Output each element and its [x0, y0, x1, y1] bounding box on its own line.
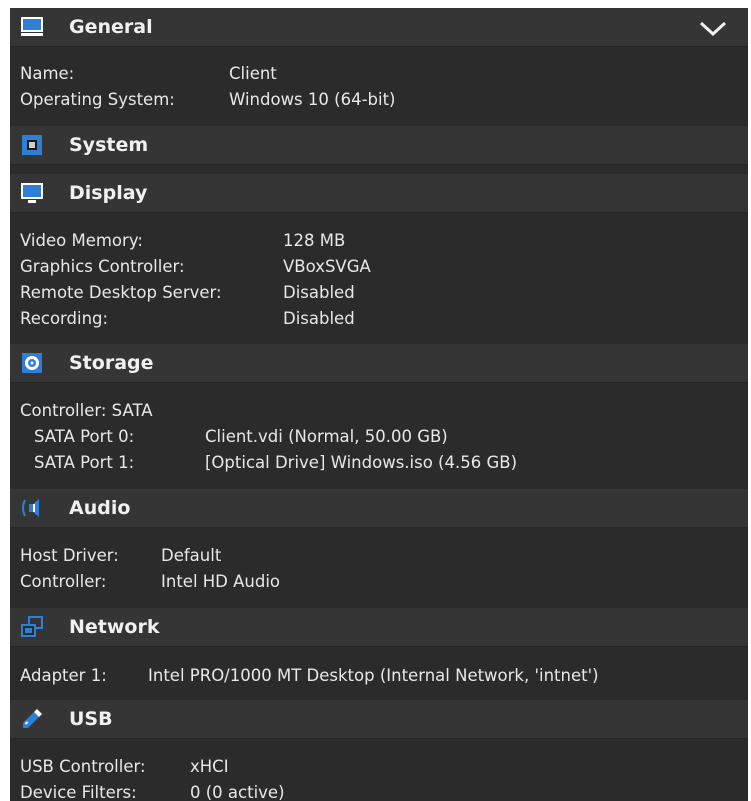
audio-value: Intel HD Audio	[161, 572, 281, 591]
usb-label: Device Filters:	[20, 783, 137, 801]
usb-value: 0 (0 active)	[190, 783, 285, 801]
section-header-usb[interactable]: USB	[10, 700, 748, 739]
network-label: Adapter 1:	[20, 666, 107, 685]
section-header-network[interactable]: Network	[10, 608, 748, 647]
section-header-display[interactable]: Display	[10, 174, 748, 213]
section-title-display: Display	[69, 182, 148, 204]
section-header-storage[interactable]: Storage	[10, 344, 748, 383]
section-header-general[interactable]: General	[10, 8, 748, 47]
usb-value: xHCI	[190, 757, 229, 776]
display-label: Video Memory:	[20, 231, 143, 250]
section-header-audio[interactable]: Audio	[10, 489, 748, 528]
display-label: Remote Desktop Server:	[20, 283, 222, 302]
section-header-system[interactable]: System	[10, 126, 748, 165]
general-os-label: Operating System:	[20, 90, 175, 109]
display-label: Graphics Controller:	[20, 257, 185, 276]
storage-icon	[20, 351, 44, 375]
storage-port-value: Client.vdi (Normal, 50.00 GB)	[205, 427, 448, 446]
display-label: Recording:	[20, 309, 109, 328]
general-name-value: Client	[229, 64, 277, 83]
usb-icon	[20, 707, 44, 731]
display-icon	[20, 181, 44, 205]
section-title-system: System	[69, 134, 149, 156]
general-name-label: Name:	[20, 64, 75, 83]
audio-value: Default	[161, 546, 222, 565]
monitor-icon	[20, 15, 44, 39]
storage-port-label: SATA Port 0:	[34, 427, 135, 446]
chip-icon	[20, 133, 44, 157]
network-value: Intel PRO/1000 MT Desktop (Internal Netw…	[148, 666, 599, 685]
storage-port-value: [Optical Drive] Windows.iso (4.56 GB)	[205, 453, 518, 472]
section-title-usb: USB	[69, 708, 113, 730]
display-value: Disabled	[283, 309, 355, 328]
storage-controller: Controller: SATA	[20, 401, 153, 420]
display-value: Disabled	[283, 283, 355, 302]
section-title-storage: Storage	[69, 352, 154, 374]
chevron-down-icon[interactable]	[698, 17, 728, 39]
section-title-network: Network	[69, 616, 160, 638]
storage-port-label: SATA Port 1:	[34, 453, 135, 472]
audio-label: Host Driver:	[20, 546, 119, 565]
vm-details-panel: General Name: Client Operating System: W…	[10, 8, 748, 801]
usb-label: USB Controller:	[20, 757, 146, 776]
audio-label: Controller:	[20, 572, 107, 591]
display-value: VBoxSVGA	[283, 257, 371, 276]
section-title-general: General	[69, 16, 153, 38]
network-icon	[20, 615, 44, 639]
display-value: 128 MB	[283, 231, 346, 250]
general-os-value: Windows 10 (64-bit)	[229, 90, 396, 109]
section-title-audio: Audio	[69, 497, 131, 519]
speaker-icon	[20, 496, 44, 520]
